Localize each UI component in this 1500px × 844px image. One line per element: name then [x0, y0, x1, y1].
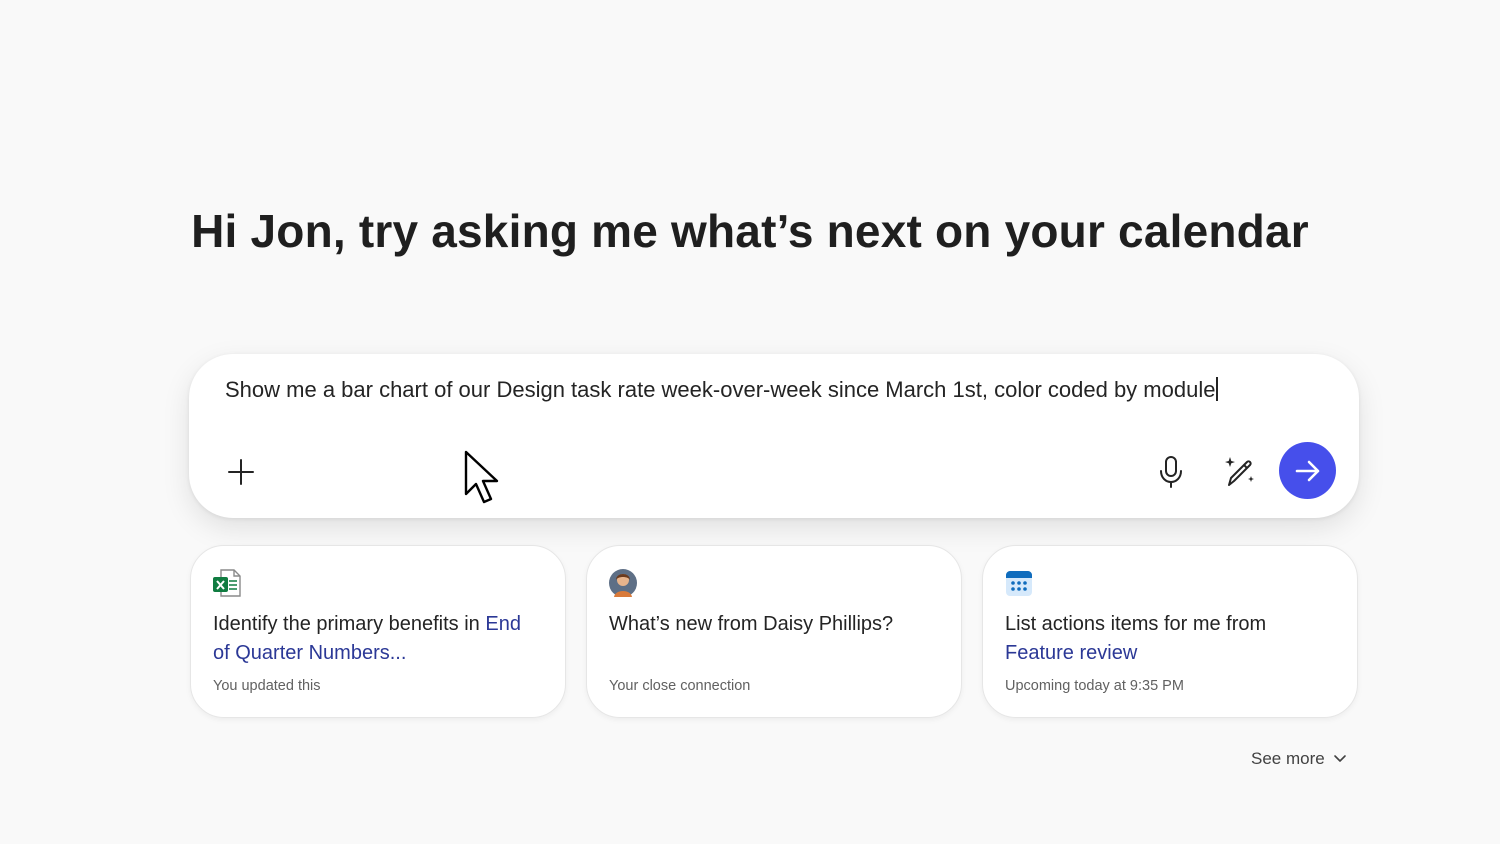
plus-icon [228, 459, 254, 485]
chat-input[interactable]: Show me a bar chart of our Design task r… [225, 377, 1299, 403]
microphone-button[interactable] [1149, 450, 1193, 494]
chat-composer[interactable]: Show me a bar chart of our Design task r… [189, 354, 1359, 518]
excel-file-icon [213, 569, 241, 597]
mouse-pointer-icon [464, 450, 499, 504]
chat-input-value[interactable]: Show me a bar chart of our Design task r… [225, 377, 1215, 402]
calendar-icon [1006, 571, 1032, 596]
suggestion-card-2[interactable]: What’s new from Daisy Phillips? Your clo… [586, 545, 962, 718]
suggestion-meeting-link[interactable]: Feature review [1005, 642, 1137, 664]
text-caret [1216, 377, 1219, 401]
person-avatar-icon [609, 569, 637, 597]
chevron-down-icon [1333, 755, 1346, 762]
suggestion-subtitle: Upcoming today at 9:35 PM [1005, 678, 1184, 694]
suggestion-title: Identify the primary benefits in End of … [213, 610, 543, 668]
suggestion-subtitle: You updated this [213, 678, 321, 694]
microphone-icon [1160, 456, 1182, 488]
suggestion-subtitle: Your close connection [609, 678, 751, 694]
send-button[interactable] [1279, 442, 1336, 499]
prompt-gallery-button[interactable] [1215, 448, 1263, 496]
greeting-heading: Hi Jon, try asking me what’s next on you… [191, 205, 1309, 257]
suggestion-text: Identify the primary benefits in [213, 613, 486, 635]
attach-button[interactable] [219, 450, 263, 494]
suggestion-title: What’s new from Daisy Phillips? [609, 610, 939, 639]
sparkle-pen-icon [1225, 457, 1254, 486]
see-more-label: See more [1251, 749, 1325, 768]
suggestion-title: List actions items for me from Feature r… [1005, 610, 1335, 668]
suggestion-text: What’s new from Daisy Phillips? [609, 613, 894, 635]
suggestion-card-3[interactable]: List actions items for me from Feature r… [982, 545, 1358, 718]
copilot-home: Hi Jon, try asking me what’s next on you… [0, 0, 1500, 844]
suggestion-card-1[interactable]: Identify the primary benefits in End of … [190, 545, 566, 718]
suggestion-text: List actions items for me from [1005, 613, 1267, 635]
arrow-right-icon [1295, 460, 1319, 481]
see-more-button[interactable]: See more [1251, 749, 1347, 769]
